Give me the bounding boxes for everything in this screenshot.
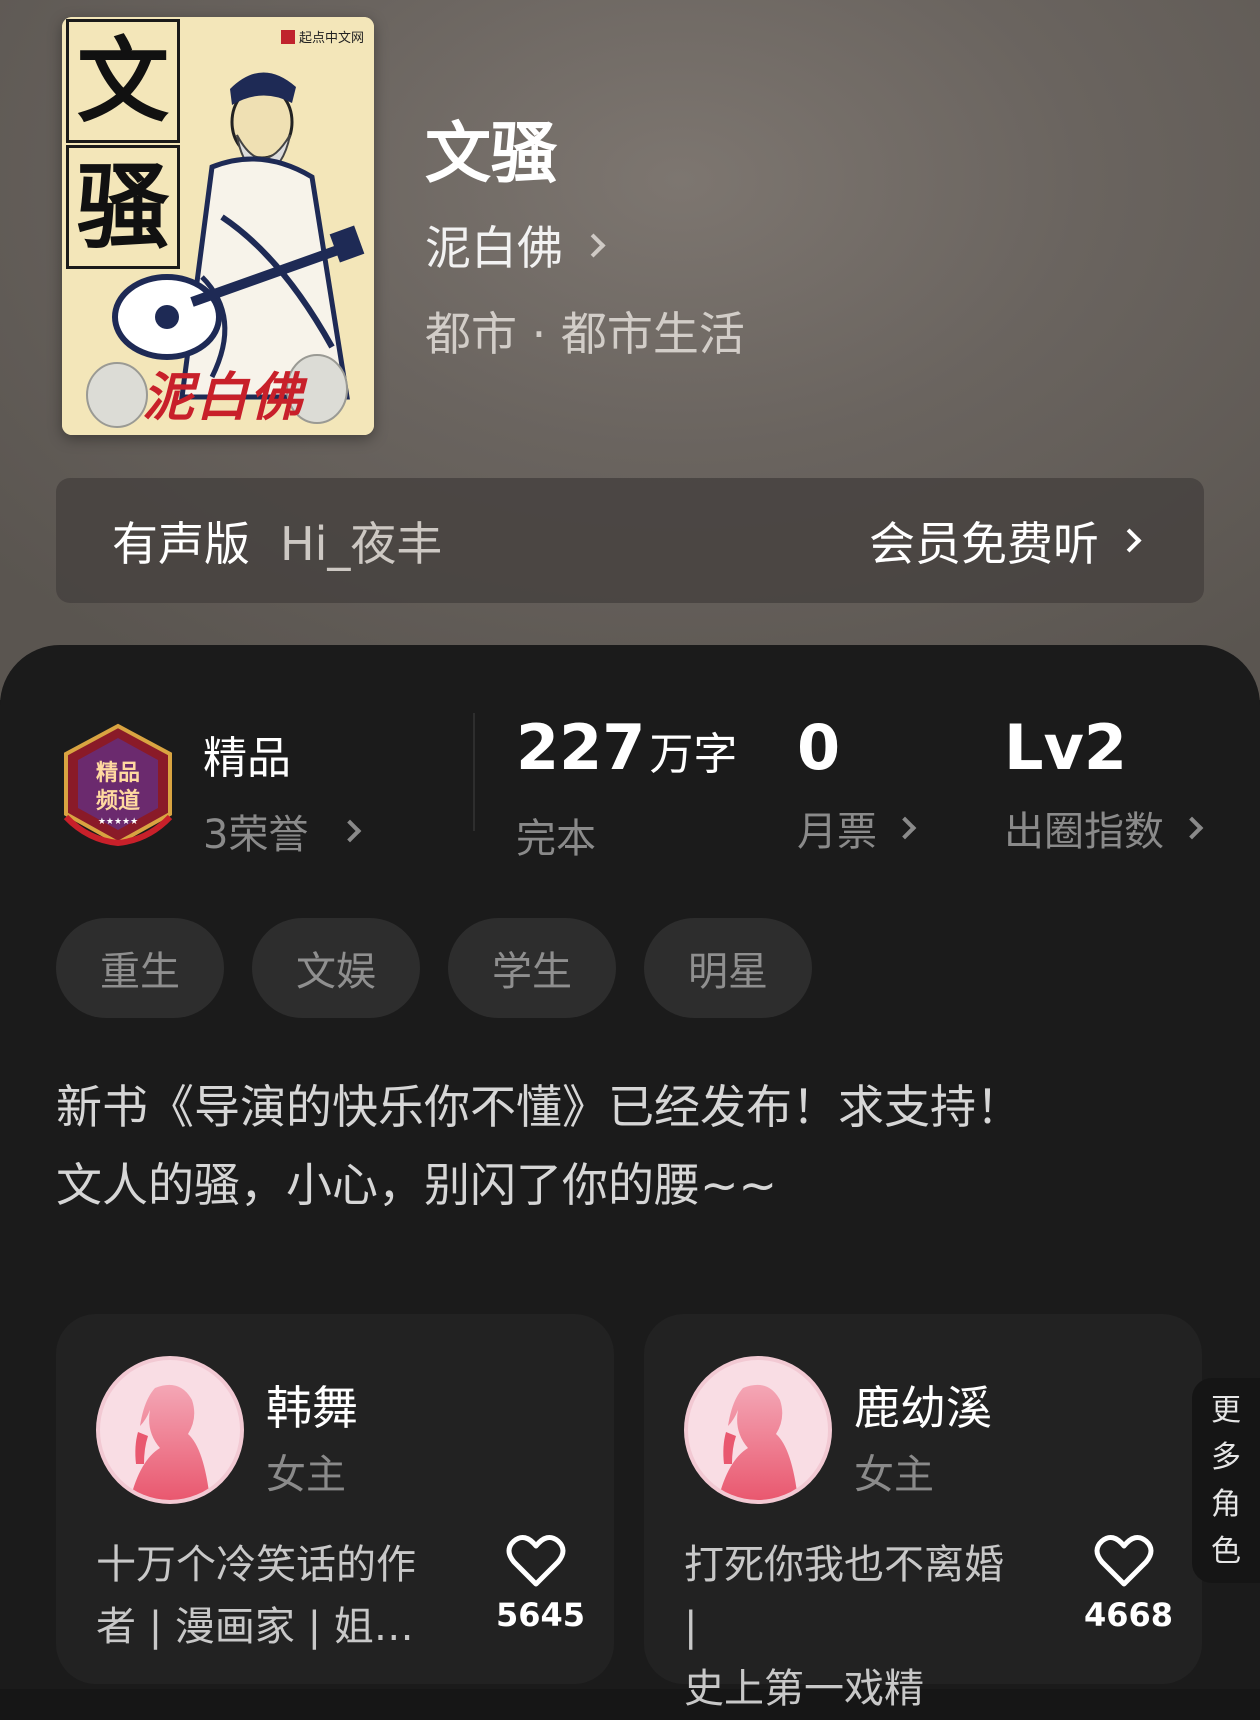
word-count: 227 [516, 711, 646, 784]
tag-chip[interactable]: 文娱 [252, 918, 420, 1018]
word-unit: 万字 [649, 729, 738, 780]
monthly-votes-stat[interactable]: 0 月票 [797, 715, 917, 857]
like-button[interactable]: 4668 [1084, 1534, 1174, 1634]
female-silhouette-icon [718, 1384, 798, 1500]
role-description: 十万个冷笑话的作 者 | 漫画家 | 姐… [96, 1534, 441, 1658]
more-roles-char: 角 [1211, 1486, 1241, 1522]
popularity-level: Lv2 [1004, 711, 1128, 784]
tag-chip[interactable]: 明星 [644, 918, 812, 1018]
audio-label: 有声版 [112, 516, 250, 571]
chevron-right-icon [1117, 528, 1142, 553]
monthly-votes-count: 0 [797, 711, 841, 784]
book-cover[interactable]: 文 骚 起点中文网 泥白佛 [62, 17, 374, 435]
like-count: 4668 [1084, 1596, 1174, 1634]
role-card[interactable]: 鹿幼溪 女主 打死你我也不离婚 | 史上第一戏精 4668 [644, 1314, 1202, 1712]
role-name: 韩舞 [266, 1381, 358, 1435]
book-genre: 都市 · 都市生活 [425, 307, 745, 361]
tag-chip[interactable]: 学生 [448, 918, 616, 1018]
role-description-line: 十万个冷笑话的作 [96, 1542, 416, 1588]
female-silhouette-icon [130, 1384, 210, 1500]
cover-title-char: 文 [66, 19, 180, 143]
role-description-line: 史上第一戏精 [684, 1666, 924, 1712]
member-free-listen-label: 会员免费听 [869, 516, 1099, 571]
more-roles-button[interactable]: 更 多 角 色 [1192, 1378, 1260, 1583]
like-button[interactable]: 5645 [496, 1534, 586, 1634]
like-count: 5645 [496, 1596, 586, 1634]
cover-title: 文 骚 [66, 19, 180, 271]
role-type: 女主 [266, 1452, 346, 1498]
role-description-line: 者 | 漫画家 | 姐… [96, 1604, 414, 1650]
role-description: 打死你我也不离婚 | 史上第一戏精 [684, 1534, 1029, 1720]
badge-text-bottom: 频道 [96, 788, 140, 814]
popularity-index-label: 出圈指数 [1004, 809, 1164, 855]
description-line: 文人的骚，小心，别闪了你的腰~~ [56, 1158, 778, 1212]
popularity-index-stat[interactable]: Lv2 出圈指数 [1004, 715, 1204, 857]
role-avatar [96, 1356, 244, 1504]
role-description-line: 打死你我也不离婚 | [684, 1542, 1004, 1650]
completion-status: 完本 [516, 816, 596, 862]
author-name: 泥白佛 [425, 221, 563, 275]
audio-version-bar[interactable]: 有声版 Hi_夜丰 会员免费听 [56, 478, 1204, 603]
stats-divider [473, 713, 475, 831]
more-roles-char: 色 [1211, 1533, 1241, 1569]
audio-narrator: Hi_夜丰 [280, 516, 443, 571]
chevron-right-icon [339, 819, 362, 843]
quality-honors[interactable]: 精品 3荣誉 [203, 722, 362, 860]
role-card[interactable]: 韩舞 女主 十万个冷笑话的作 者 | 漫画家 | 姐… 5645 [56, 1314, 614, 1684]
more-roles-char: 多 [1211, 1439, 1241, 1475]
member-free-listen-button[interactable]: 会员免费听 [869, 508, 1142, 574]
role-name: 鹿幼溪 [854, 1381, 992, 1435]
monthly-votes-label: 月票 [797, 809, 877, 855]
description-line: 新书《导演的快乐你不懂》已经发布！求支持！ [56, 1080, 1022, 1134]
book-title: 文骚 [425, 114, 557, 192]
chevron-right-icon [893, 816, 917, 840]
word-count-stat: 227万字 完本 [516, 715, 737, 864]
badge-text-top: 精品 [96, 760, 140, 786]
badge-stars: ★★★★★ [98, 817, 138, 827]
more-roles-char: 更 [1211, 1392, 1241, 1428]
cover-author-signature: 泥白佛 [142, 367, 305, 428]
author-link[interactable]: 泥白佛 [425, 212, 606, 278]
chevron-right-icon [1180, 816, 1204, 840]
heart-icon [506, 1534, 566, 1587]
honors-count: 3荣誉 [203, 812, 309, 858]
publisher-logo-icon [280, 30, 295, 44]
tag-chip[interactable]: 重生 [56, 918, 224, 1018]
cover-title-char: 骚 [66, 145, 180, 269]
quality-channel-badge-icon[interactable]: 精品 频道 ★★★★★ [58, 722, 178, 847]
role-avatar [684, 1356, 832, 1504]
quality-label: 精品 [203, 733, 291, 784]
publisher-text: 起点中文网 [298, 31, 364, 46]
tag-list: 重生 文娱 学生 明星 [56, 918, 812, 1018]
chevron-right-icon [581, 232, 606, 258]
heart-icon [1094, 1534, 1154, 1587]
role-type: 女主 [854, 1452, 934, 1498]
book-description[interactable]: 新书《导演的快乐你不懂》已经发布！求支持！ 文人的骚，小心，别闪了你的腰~~ [56, 1068, 1022, 1224]
cover-publisher: 起点中文网 [280, 27, 364, 46]
